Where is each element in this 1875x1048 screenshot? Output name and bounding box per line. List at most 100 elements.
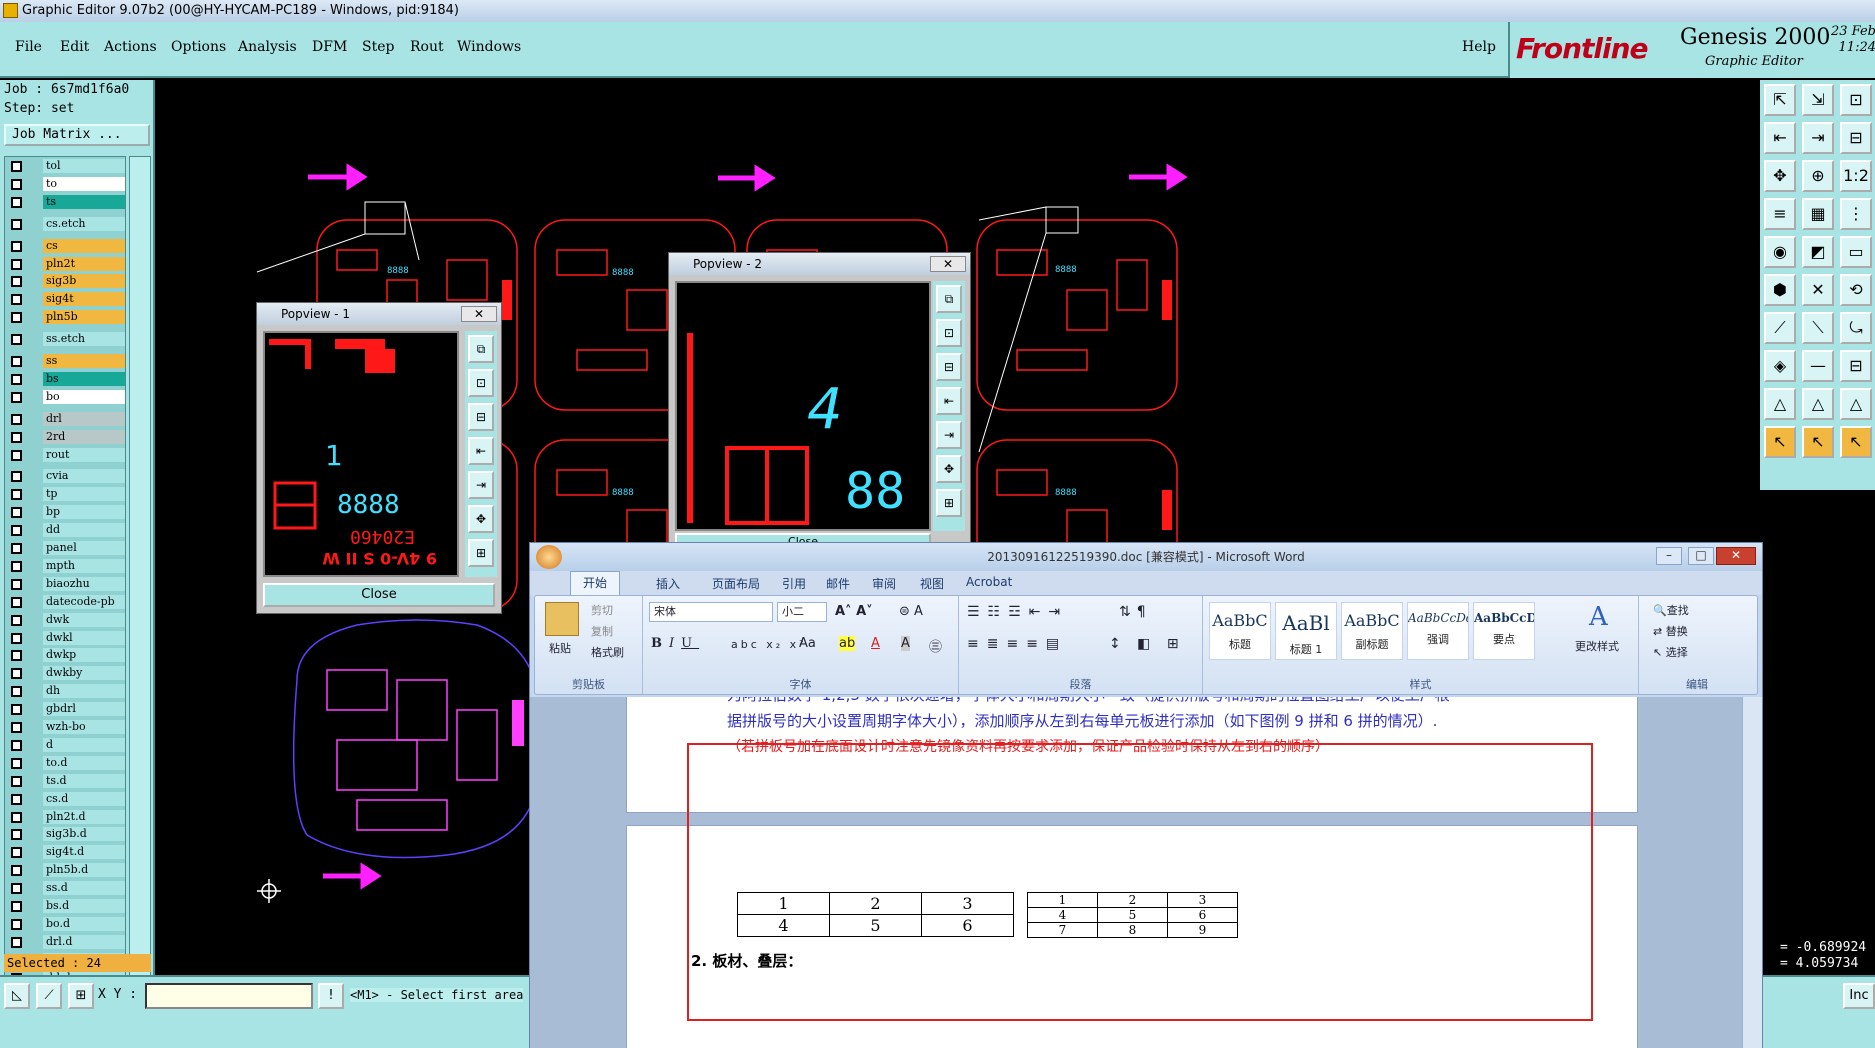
grid-icon[interactable]: ▦ bbox=[1802, 198, 1834, 230]
layer-name[interactable]: drl bbox=[43, 411, 125, 426]
layer-name[interactable]: gbdrl bbox=[43, 702, 125, 717]
layer-name[interactable]: ss.d bbox=[43, 881, 125, 896]
triangle-icon[interactable]: △ bbox=[1764, 388, 1796, 420]
arc-icon[interactable]: ⤿ bbox=[1840, 312, 1872, 344]
dash-icon[interactable]: — bbox=[1802, 350, 1834, 382]
layer-name[interactable]: bs bbox=[43, 371, 125, 386]
layer-row[interactable]: cvia bbox=[7, 469, 125, 484]
layer-name[interactable]: ts.d bbox=[43, 773, 125, 788]
job-matrix-button[interactable]: Job Matrix ... bbox=[4, 124, 150, 146]
document-scrollbar[interactable] bbox=[1742, 697, 1762, 1048]
layer-row[interactable]: bo bbox=[7, 389, 125, 404]
triangle-fill-icon[interactable]: △ bbox=[1840, 388, 1872, 420]
layer-name[interactable]: pln2t bbox=[43, 256, 125, 271]
layer-checkbox[interactable] bbox=[11, 391, 22, 403]
pv2-zoom-in-icon[interactable]: ⊡ bbox=[936, 319, 962, 347]
menu-help[interactable]: Help bbox=[1462, 39, 1496, 55]
layer-name[interactable]: dwkl bbox=[43, 630, 125, 645]
pv1-pan-right-icon[interactable]: ⇥ bbox=[468, 471, 494, 499]
layer-name[interactable]: datecode-pb bbox=[43, 594, 125, 609]
highlight-icon[interactable]: ab bbox=[839, 636, 856, 651]
pv1-zoom-out-icon[interactable]: ⊟ bbox=[468, 403, 494, 431]
layer-checkbox[interactable] bbox=[11, 258, 22, 270]
align-icons[interactable]: ≡≣≡≡▤ bbox=[967, 636, 1067, 652]
layer-name[interactable]: tp bbox=[43, 487, 125, 502]
ruler-icon[interactable]: ▭ bbox=[1840, 236, 1872, 268]
status-tool-1-icon[interactable]: ◺ bbox=[4, 983, 30, 1009]
menu-options[interactable]: Options bbox=[171, 39, 226, 55]
layer-row[interactable]: bp bbox=[7, 505, 125, 520]
tab-4[interactable]: 邮件 bbox=[826, 575, 850, 592]
tab-5[interactable]: 审阅 bbox=[872, 575, 896, 592]
layer-checkbox[interactable] bbox=[11, 218, 22, 230]
layer-row[interactable]: biaozhu bbox=[7, 576, 125, 591]
line-icon[interactable]: ⟋ bbox=[1764, 312, 1796, 344]
layer-name[interactable]: bs.d bbox=[43, 899, 125, 913]
pv2-pan-left-icon[interactable]: ⇤ bbox=[936, 387, 962, 415]
polygon-icon[interactable]: ◩ bbox=[1802, 236, 1834, 268]
layer-row[interactable]: bo.d bbox=[7, 916, 125, 931]
inc-button[interactable]: Inc bbox=[1843, 983, 1875, 1009]
layer-checkbox[interactable] bbox=[11, 739, 22, 751]
layer-name[interactable]: bo bbox=[43, 389, 125, 404]
layer-checkbox[interactable] bbox=[11, 883, 22, 895]
pv1-pan-left-icon[interactable]: ⇤ bbox=[468, 437, 494, 465]
layer-checkbox[interactable] bbox=[11, 276, 22, 288]
layer-row[interactable]: mpth bbox=[7, 558, 125, 573]
layer-row[interactable]: ss bbox=[7, 354, 125, 368]
spacing-icons[interactable]: ↕ ◧ ⊞ bbox=[1109, 636, 1185, 652]
tab-0[interactable]: 开始 bbox=[570, 571, 621, 595]
menu-rout[interactable]: Rout bbox=[410, 39, 444, 55]
layer-name[interactable]: ss bbox=[43, 354, 125, 368]
status-tool-2-icon[interactable]: ⟋ bbox=[36, 983, 62, 1009]
maximize-icon[interactable]: □ bbox=[1688, 547, 1714, 565]
strike-sub-sup-icons[interactable]: abc x₂ x² bbox=[731, 638, 807, 651]
layer-checkbox[interactable] bbox=[11, 704, 22, 716]
layer-name[interactable]: to.d bbox=[43, 755, 125, 770]
ratio-icon[interactable]: 1:2 bbox=[1840, 160, 1872, 192]
layer-row[interactable]: dwk bbox=[7, 612, 125, 627]
box-icon[interactable]: ⊟ bbox=[1840, 350, 1872, 382]
layer-checkbox[interactable] bbox=[11, 668, 22, 680]
layer-name[interactable]: cs.d bbox=[43, 791, 125, 806]
layer-row[interactable]: dd bbox=[7, 523, 125, 538]
layer-row[interactable]: cs bbox=[7, 238, 125, 253]
layer-name[interactable]: to bbox=[43, 176, 125, 191]
measure-icon[interactable]: ⋮ bbox=[1840, 198, 1872, 230]
close-icon[interactable]: ✕ bbox=[1716, 547, 1756, 565]
layer-checkbox[interactable] bbox=[11, 334, 22, 346]
zoom-out-icon[interactable]: ⊟ bbox=[1840, 122, 1872, 154]
pointer-icon[interactable]: ↖ bbox=[1764, 426, 1796, 458]
layer-row[interactable]: cs.d bbox=[7, 791, 125, 806]
zoom-in-icon[interactable]: ⊕ bbox=[1802, 160, 1834, 192]
style-1[interactable]: AaBl 标题 1 bbox=[1275, 602, 1337, 660]
pv2-center-icon[interactable]: ✥ bbox=[936, 455, 962, 483]
change-styles-button[interactable]: 更改样式 bbox=[1575, 638, 1619, 654]
layer-checkbox[interactable] bbox=[11, 525, 22, 537]
style-3[interactable]: AaBbCcDd 强调 bbox=[1407, 602, 1469, 660]
menu-step[interactable]: Step bbox=[362, 39, 394, 55]
pv1-home-icon[interactable]: ⊞ bbox=[468, 539, 494, 567]
layer-row[interactable]: tp bbox=[7, 487, 125, 502]
change-styles-icon[interactable]: A bbox=[1589, 602, 1608, 632]
layer-checkbox[interactable] bbox=[11, 294, 22, 306]
menu-analysis[interactable]: Analysis bbox=[238, 39, 297, 55]
cut-button[interactable]: 剪切 bbox=[591, 602, 613, 618]
change-case-icon[interactable]: Aa bbox=[799, 636, 816, 651]
popview-1-close-x[interactable]: ✕ bbox=[461, 306, 497, 322]
layer-checkbox[interactable] bbox=[11, 161, 22, 172]
layer-checkbox[interactable] bbox=[11, 865, 22, 877]
layer-row[interactable]: pln2t.d bbox=[7, 809, 125, 824]
layer-row[interactable]: to bbox=[7, 176, 125, 191]
zoom-bottom-icon[interactable]: ⇲ bbox=[1802, 84, 1834, 116]
layer-checkbox[interactable] bbox=[11, 901, 22, 912]
layer-name[interactable]: sig3b bbox=[43, 274, 125, 289]
layer-checkbox[interactable] bbox=[11, 918, 22, 930]
node-icon[interactable]: ⬢ bbox=[1764, 274, 1796, 306]
sort-icons[interactable]: ⇅¶ bbox=[1119, 604, 1152, 620]
layer-checkbox[interactable] bbox=[11, 596, 22, 608]
layer-name[interactable]: pln5b bbox=[43, 310, 125, 325]
layer-row[interactable]: ss.d bbox=[7, 881, 125, 896]
pointer-fill-icon[interactable]: ↖ bbox=[1840, 426, 1872, 458]
layer-row[interactable]: d bbox=[7, 737, 125, 752]
